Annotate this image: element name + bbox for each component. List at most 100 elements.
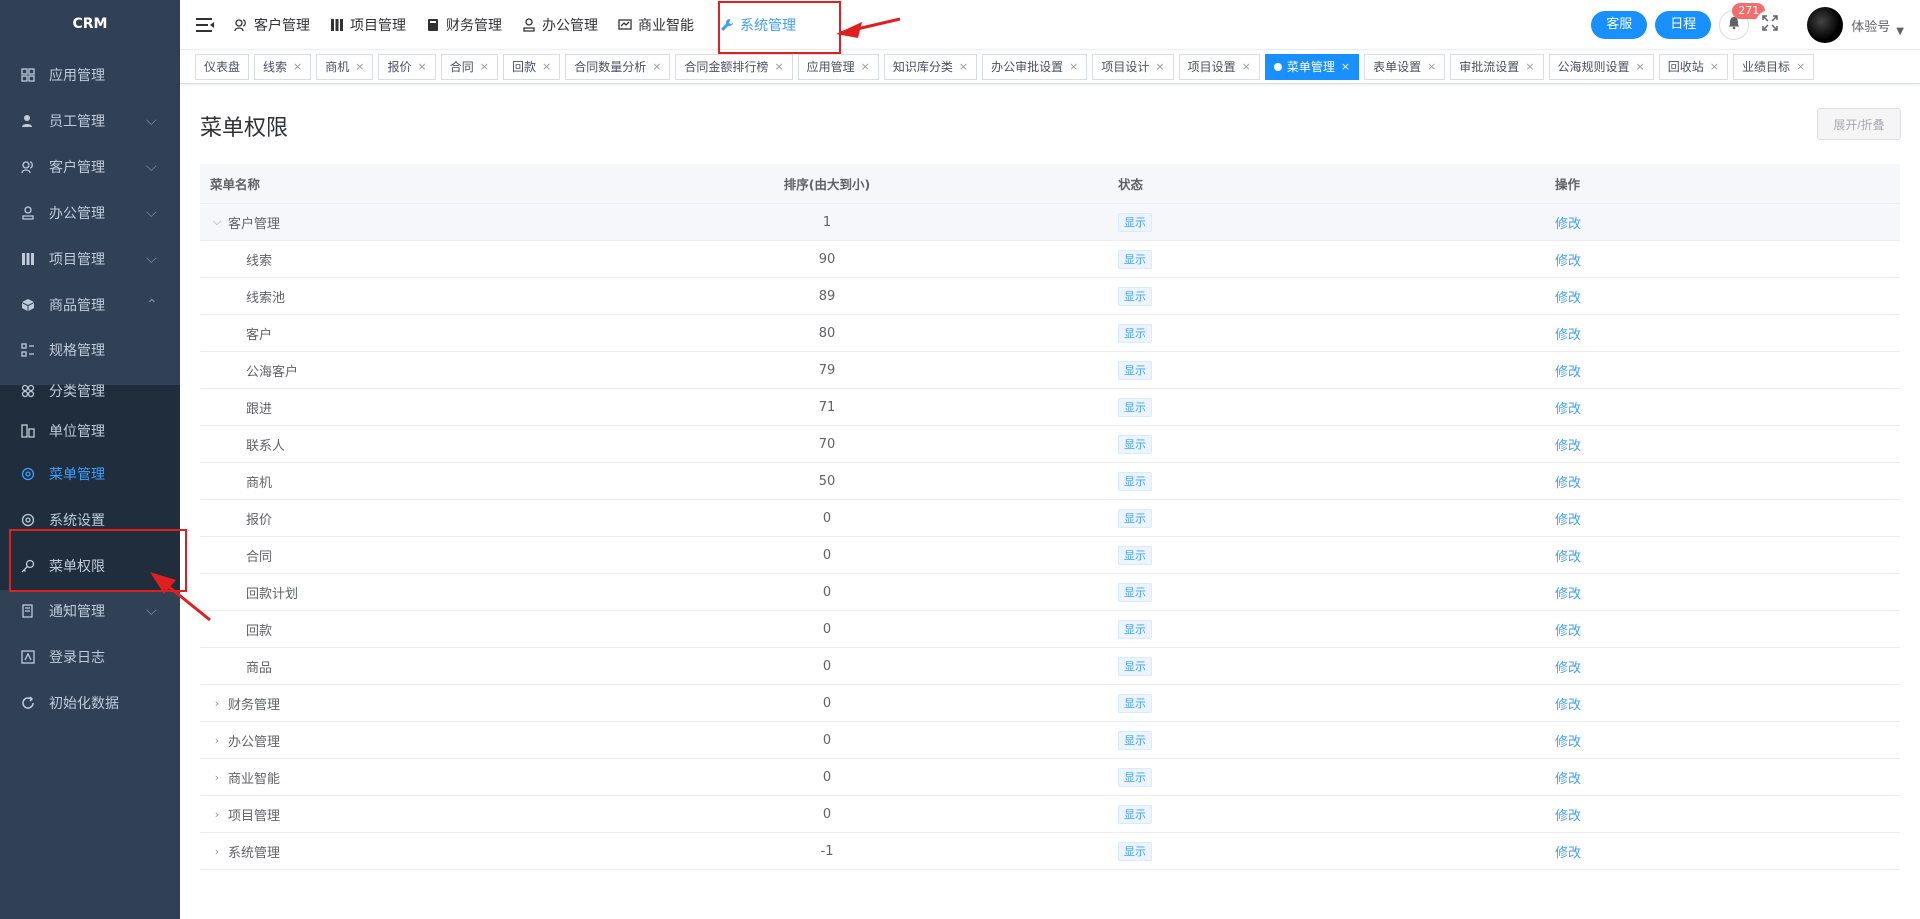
- tab-item[interactable]: 公海规则设置 ×: [1548, 54, 1654, 80]
- sidebar-item-settings[interactable]: 系统设置: [0, 499, 180, 541]
- edit-link[interactable]: 修改: [1555, 735, 1581, 750]
- close-icon[interactable]: ×: [1155, 55, 1164, 79]
- close-icon[interactable]: ×: [774, 55, 783, 79]
- tab-item[interactable]: 报价 ×: [378, 54, 436, 80]
- tab-item[interactable]: 项目设置 ×: [1178, 54, 1260, 80]
- notification-button[interactable]: 271: [1719, 3, 1766, 40]
- cell-order: 79: [818, 362, 836, 378]
- tab-active[interactable]: 菜单管理 ×: [1264, 54, 1360, 80]
- close-icon[interactable]: ×: [293, 55, 302, 79]
- edit-link[interactable]: 修改: [1555, 809, 1581, 824]
- hamburger-icon[interactable]: [196, 17, 214, 33]
- edit-link[interactable]: 修改: [1555, 439, 1581, 454]
- edit-link[interactable]: 修改: [1555, 328, 1581, 343]
- sidebar-item-category[interactable]: 分类管理: [0, 370, 180, 412]
- close-icon[interactable]: ×: [480, 55, 489, 79]
- topnav-item-project[interactable]: 项目管理: [320, 0, 416, 50]
- tab-item[interactable]: 业绩目标 ×: [1733, 54, 1815, 80]
- tab-item[interactable]: 知识库分类 ×: [883, 54, 978, 80]
- close-icon[interactable]: ×: [1636, 55, 1645, 79]
- topnav-item-wrench[interactable]: 系统管理: [710, 0, 806, 50]
- close-icon[interactable]: ×: [1796, 55, 1805, 79]
- tab-item[interactable]: 办公审批设置 ×: [982, 54, 1088, 80]
- tab-item[interactable]: 审批流设置 ×: [1450, 54, 1544, 80]
- sidebar-item-refresh[interactable]: 初始化数据: [0, 682, 180, 724]
- expand-collapse-button[interactable]: 展开/折叠: [1817, 108, 1901, 140]
- sidebar-item-user[interactable]: 员工管理 ⌵: [0, 100, 180, 142]
- sidebar-item-grid[interactable]: 应用管理: [0, 54, 180, 96]
- table-row: 跟进 71 显示 修改: [200, 389, 1900, 426]
- edit-link[interactable]: 修改: [1555, 772, 1581, 787]
- tab-item[interactable]: 仪表盘: [195, 54, 250, 80]
- sidebar-item-notice[interactable]: 通知管理 ⌵: [0, 590, 180, 632]
- edit-link[interactable]: 修改: [1555, 587, 1581, 602]
- sidebar-item-label: 办公管理: [49, 206, 105, 222]
- sidebar-item-unit[interactable]: 单位管理: [0, 410, 180, 452]
- cell-action: 修改: [1454, 694, 1900, 713]
- tab-item[interactable]: 回款 ×: [502, 54, 561, 80]
- sidebar-item-spec[interactable]: 规格管理: [0, 329, 180, 371]
- close-icon[interactable]: ×: [861, 55, 870, 79]
- edit-link[interactable]: 修改: [1555, 513, 1581, 528]
- edit-link[interactable]: 修改: [1555, 698, 1581, 713]
- expand-chevron-icon[interactable]: ⌵: [210, 215, 224, 229]
- edit-link[interactable]: 修改: [1555, 254, 1581, 269]
- close-icon[interactable]: ×: [355, 55, 364, 79]
- sidebar-item-menu[interactable]: 菜单管理: [0, 453, 180, 495]
- expand-chevron-icon[interactable]: ›: [210, 734, 224, 747]
- table-row: 回款计划 0 显示 修改: [200, 574, 1900, 611]
- close-icon[interactable]: ×: [542, 55, 551, 79]
- sidebar-item-project[interactable]: 项目管理 ⌵: [0, 238, 180, 280]
- tab-item[interactable]: 合同金额排行榜 ×: [675, 54, 793, 80]
- tab-label: 商机: [325, 60, 350, 74]
- close-icon[interactable]: ×: [1710, 55, 1719, 79]
- edit-link[interactable]: 修改: [1555, 365, 1581, 380]
- sidebar-item-customers[interactable]: 客户管理 ⌵: [0, 146, 180, 188]
- close-icon[interactable]: ×: [1069, 55, 1078, 79]
- cell-status: 显示: [1036, 804, 1454, 824]
- tab-item[interactable]: 合同数量分析 ×: [565, 54, 671, 80]
- edit-link[interactable]: 修改: [1555, 661, 1581, 676]
- edit-link[interactable]: 修改: [1555, 476, 1581, 491]
- sidebar-item-cube[interactable]: 商品管理 ⌃: [0, 284, 180, 326]
- close-icon[interactable]: ×: [1427, 55, 1436, 79]
- close-icon[interactable]: ×: [1242, 55, 1251, 79]
- close-icon[interactable]: ×: [652, 55, 661, 79]
- service-button[interactable]: 客服: [1591, 11, 1648, 39]
- topnav-item-finance[interactable]: 财务管理: [416, 0, 512, 50]
- edit-link[interactable]: 修改: [1555, 846, 1581, 861]
- tab-item[interactable]: 商机 ×: [316, 54, 374, 80]
- topnav-item-customers[interactable]: 客户管理: [224, 0, 320, 50]
- expand-chevron-icon[interactable]: ›: [210, 808, 224, 821]
- sidebar-item-log[interactable]: 登录日志: [0, 636, 180, 678]
- edit-link[interactable]: 修改: [1555, 402, 1581, 417]
- username[interactable]: 体验号: [1851, 16, 1890, 35]
- settings-icon: [20, 512, 36, 528]
- tab-item[interactable]: 项目设计 ×: [1092, 54, 1174, 80]
- schedule-button[interactable]: 日程: [1655, 11, 1712, 39]
- cell-order: 0: [822, 806, 832, 822]
- close-icon[interactable]: ×: [1341, 55, 1350, 79]
- tab-item[interactable]: 线索 ×: [254, 54, 312, 80]
- expand-chevron-icon[interactable]: ›: [210, 697, 224, 710]
- close-icon[interactable]: ×: [959, 55, 968, 79]
- close-icon[interactable]: ×: [1525, 55, 1534, 79]
- expand-chevron-icon[interactable]: ›: [210, 771, 224, 784]
- tab-item[interactable]: 合同 ×: [440, 54, 498, 80]
- edit-link[interactable]: 修改: [1555, 624, 1581, 639]
- tab-item[interactable]: 应用管理 ×: [797, 54, 879, 80]
- edit-link[interactable]: 修改: [1555, 291, 1581, 306]
- edit-link[interactable]: 修改: [1555, 550, 1581, 565]
- edit-link[interactable]: 修改: [1555, 217, 1581, 232]
- topnav-item-office[interactable]: 办公管理: [512, 0, 608, 50]
- avatar[interactable]: [1807, 7, 1844, 43]
- expand-chevron-icon[interactable]: ›: [210, 845, 224, 858]
- caret-down-icon[interactable]: ▼: [1896, 26, 1904, 37]
- topnav-item-bi[interactable]: 商业智能: [608, 0, 704, 50]
- sidebar-item-key[interactable]: 菜单权限: [0, 545, 180, 587]
- sidebar-item-office[interactable]: 办公管理 ⌵: [0, 192, 180, 234]
- fullscreen-button[interactable]: [1755, 10, 1786, 40]
- tab-item[interactable]: 表单设置 ×: [1364, 54, 1446, 80]
- close-icon[interactable]: ×: [418, 55, 427, 79]
- tab-item[interactable]: 回收站 ×: [1658, 54, 1728, 80]
